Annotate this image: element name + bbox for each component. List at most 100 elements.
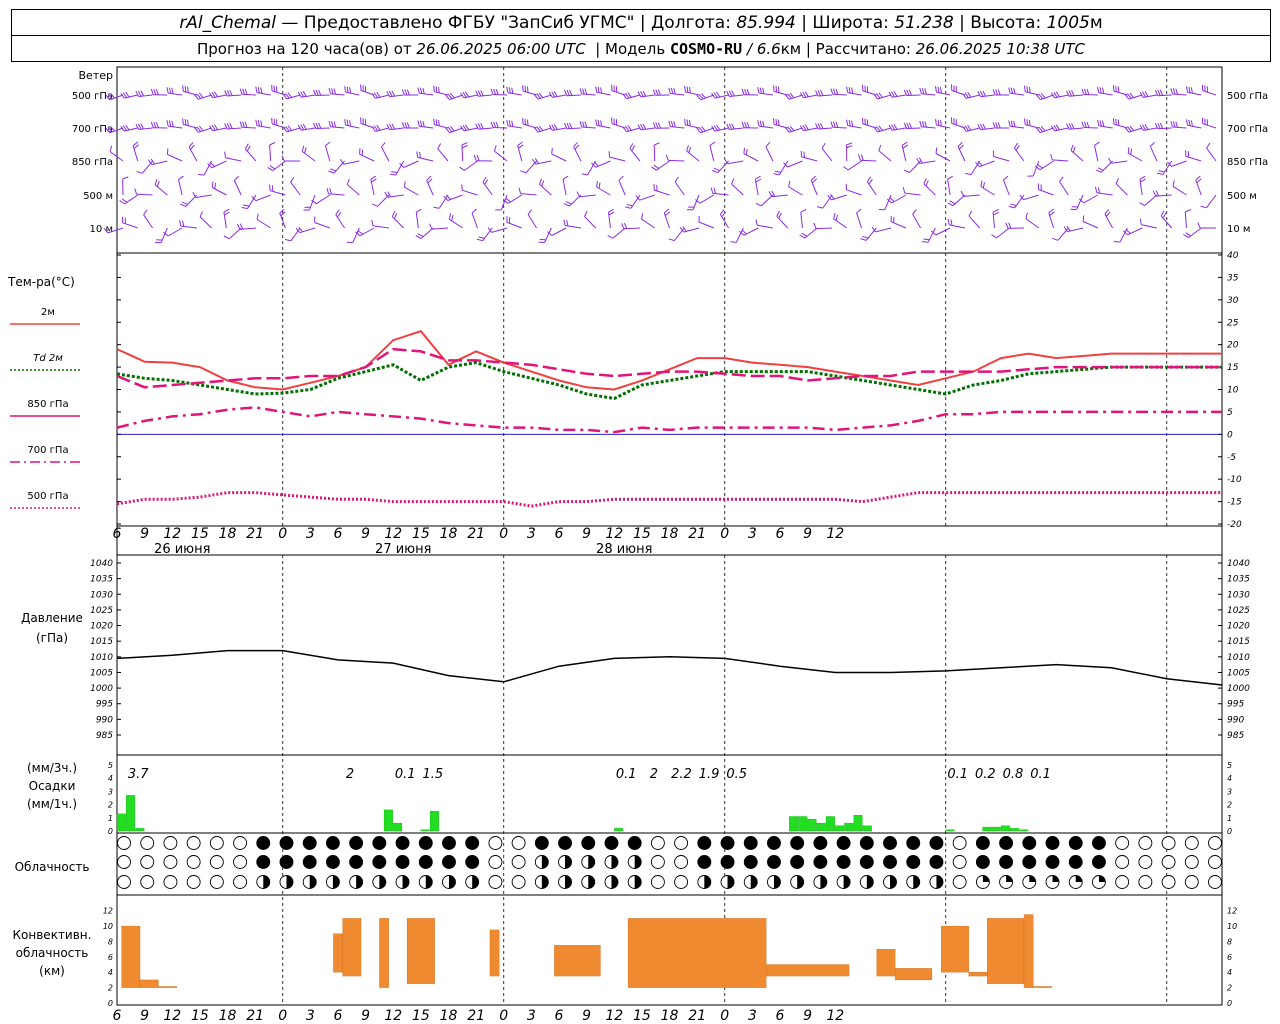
conv-cloud-bar [379,918,389,988]
precip-bar [383,809,393,832]
wind-barb-flag [461,145,468,149]
wind-level-label: 500 м [83,191,113,202]
wind-barb [269,144,272,162]
wind-barb-flag [947,218,950,225]
wind-barb-flag [618,175,624,181]
wind-barb-flag [563,203,570,207]
wind-barb-flag [1172,121,1176,128]
wind-barb-flag [657,122,661,129]
wind-barb-flag [198,173,205,176]
cloud-cover-symbol [1184,855,1199,869]
wind-barb-flag [271,185,274,192]
conv-cloud-bar [489,929,500,977]
hour-tick-label: 21 [688,1008,706,1024]
wind-barb [996,227,1010,239]
hour-tick-label: 9 [582,1008,591,1024]
wind-barb [822,194,833,209]
wind-barb-flag [835,121,839,128]
wind-barb [380,146,390,162]
cloud-cover-symbol [279,836,294,850]
wind-barb-flag [1052,237,1059,241]
wind-barb-flag [143,209,148,215]
wind-barb-flag [774,170,781,173]
cloud-cover-symbol [488,836,503,850]
conv-tick-label-right: 10 [1227,922,1237,931]
cloud-cover-symbol [720,836,735,850]
cloud-cover-symbol [650,836,665,850]
cloud-cover-symbol [511,836,526,850]
wind-barb-flag [803,151,805,158]
wind-barb-flag [773,173,780,176]
wind-barb-flag [381,142,386,148]
hour-tick-label: 6 [776,526,785,542]
wind-barb-flag [508,120,511,127]
hour-tick-label: 15 [412,1008,430,1024]
wind-barb [656,160,670,171]
wind-barb [346,184,360,196]
wind-barb-flag [244,143,249,150]
precip-bar [420,829,430,832]
wind-barb-flag [674,176,679,183]
wind-barb-flag [579,88,583,95]
wind-barb-flag [435,119,438,126]
wind-barb-flag [776,210,780,217]
wind-barb-flag [301,145,305,152]
temp-legend-label: Td 2м [33,353,63,364]
temp-tick-label: 40 [1227,251,1239,261]
hour-tick-label: 0 [278,1008,287,1024]
wind-barb-flag [333,121,337,128]
wind-barb [143,214,153,229]
wind-barb [935,153,951,162]
wind-barb-flag [1104,209,1110,215]
cloud-cover-symbol [534,836,549,850]
cloud-cover-symbol [511,875,526,889]
wind-barb-flag [721,211,726,218]
cloud-cover-symbol [1022,855,1037,869]
wind-barb-flag [651,166,657,171]
wind-barb-flag [511,87,514,94]
wind-barb-flag [860,154,864,161]
conv-tick-label: 6 [108,953,113,962]
wind-barb-flag [980,180,983,187]
wind-barb-flag [153,89,157,95]
wind-barb-flag [329,188,332,195]
cloud-cover-symbol [1068,836,1083,850]
wind-barb-flag [297,91,302,98]
hour-tick-label: 3 [527,526,536,542]
wind-barb-flag [260,120,263,127]
wind-barb-flag [947,175,954,180]
wind-barb-flag [848,120,851,127]
wind-barb-flag [386,124,391,130]
cloud-cover-symbol [604,836,619,850]
wind-barb-flag [109,145,113,152]
hour-tick-label: 21 [467,526,485,542]
wind-barb-flag [1026,119,1029,126]
wind-barb-flag [182,85,184,92]
wind-barb-flag [686,145,689,152]
conv-cloud-bar [342,918,362,977]
cloud-cover-symbol [140,875,155,889]
wind-barb [757,224,773,229]
cloud-cover-fill [634,855,642,869]
cloud-cover-symbol [906,855,921,869]
precip-tick-label: 3 [108,787,113,796]
wind-barb-flag [1097,167,1104,171]
wind-barb [1127,227,1143,236]
hour-tick-label: 15 [412,526,430,542]
wind-barb-flag [1185,209,1192,213]
cloud-cover-symbol [929,836,944,850]
temp-tick-label: 35 [1227,273,1239,283]
wind-barb-flag [862,235,869,239]
wind-barb-flag [476,154,480,161]
wind-barb-flag [595,119,598,126]
wind-barb-flag [775,86,778,93]
wind-barb-flag [1115,85,1117,92]
wind-barb-flag [777,86,780,93]
cloud-cover-fill [286,875,293,889]
wind-barb-flag [168,120,172,127]
precip-title: Осадки [29,779,76,793]
wind-barb-flag [182,201,188,205]
wind-barb-flag [1175,121,1178,128]
wind-barb-flag [328,87,332,94]
cloud-cover-symbol [674,855,689,869]
